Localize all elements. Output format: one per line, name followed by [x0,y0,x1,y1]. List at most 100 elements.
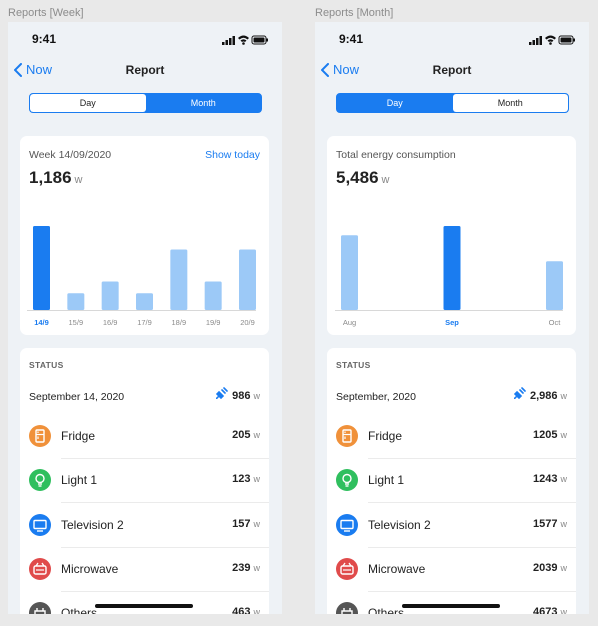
device-row[interactable]: Television 2 1577 w [327,504,576,548]
tv-icon [29,513,51,536]
device-value-number: 4673 [533,606,558,614]
battery-icon [558,35,575,45]
device-value-unit: w [560,474,568,485]
status-heading: STATUS [29,360,64,370]
device-value: 1205 w [533,429,567,441]
device-name: Light 1 [368,473,405,488]
plug-icon [336,602,358,614]
bar-18/9[interactable] [170,249,188,310]
status-total: 2,986 w [513,387,567,402]
device-row[interactable]: Microwave 2039 w [327,548,576,592]
bar-19/9[interactable] [204,281,222,310]
show-today-link[interactable]: Show today [205,149,260,161]
device-value-number: 1205 [533,429,558,441]
tick-label: 15/9 [69,318,84,327]
device-value-unit: w [560,518,568,529]
device-value-unit: w [253,607,261,614]
status-card: STATUS September 14, 2020 986 w Fridge 20… [20,348,269,614]
bar-16/9[interactable] [101,281,119,310]
device-name: Others [368,606,405,614]
total-unit: w [381,174,390,186]
clock: 9:41 [339,32,364,46]
page-title: Report [432,63,472,77]
plug-icon [29,602,51,614]
device-row[interactable]: Light 1 1243 w [327,459,576,504]
phone-week: 9:41 Now Report Day Month Week 14/09/202… [8,22,282,614]
weekly-bar-chart: 14/9 15/9 16/9 17/9 18/9 19/9 20/9 [27,226,256,327]
bar-15/9[interactable] [67,293,85,310]
monthly-bar-chart: Aug Sep Oct [335,226,563,327]
battery-icon [251,35,268,45]
microwave-icon [29,557,51,580]
status-date: September 14, 2020 [29,391,125,403]
device-row[interactable]: Microwave 239 w [20,548,269,592]
device-value-number: 123 [232,473,251,486]
device-name: Microwave [368,561,426,576]
device-value-unit: w [253,474,261,485]
frame-label-week: Reports [Week] [8,7,84,19]
device-value: 1243 w [533,473,567,485]
device-row[interactable]: Light 1 123 w [20,459,269,504]
bar-14/9[interactable] [33,226,50,310]
device-value-number: 157 [232,517,251,530]
status-total-value: 2,986 [529,390,558,402]
tv-icon [336,513,358,536]
device-name: Light 1 [61,473,98,488]
total-value: 1,186 [29,168,72,187]
status-card: STATUS September, 2020 2,986 w Fridge 120… [327,348,576,614]
device-value-number: 1243 [533,473,558,486]
tick-label: Sep [445,318,459,327]
plug-icon [216,387,228,399]
device-value: 157 w [232,518,260,530]
bar-17/9[interactable] [136,293,153,310]
device-value: 1577 w [533,518,567,530]
status-heading: STATUS [336,360,371,370]
tick-label: Oct [549,318,562,327]
segment-day[interactable]: Day [30,94,146,112]
device-value: 4673 w [533,606,567,614]
device-value-number: 239 [232,561,251,574]
tick-label: 14/9 [34,318,49,327]
bar-Aug[interactable] [341,235,358,310]
device-name: Others [61,606,98,614]
tick-label: 19/9 [206,318,221,327]
status-date: September, 2020 [336,391,416,403]
total-consumption: 5,486 w [336,168,390,188]
device-value-unit: w [560,562,568,573]
device-value-unit: w [560,430,568,440]
device-name: Television 2 [368,517,431,532]
nav-bar: Now Report [315,62,589,82]
bar-20/9[interactable] [239,249,256,310]
device-value-unit: w [253,562,261,573]
bulb-icon [29,469,51,492]
status-bar: 9:41 [8,32,282,48]
total-unit: w [74,174,83,186]
device-row[interactable]: Fridge 205 w [20,415,269,459]
bar-Sep[interactable] [443,226,461,310]
device-row[interactable]: Television 2 157 w [20,504,269,548]
segment-day[interactable]: Day [337,94,453,112]
home-indicator[interactable] [402,604,500,608]
tick-label: 20/9 [240,318,255,327]
bar-Oct[interactable] [546,261,563,310]
segment-month[interactable]: Month [452,94,568,112]
signal-icon [222,36,235,45]
tick-label: 17/9 [137,318,152,327]
chart-header: Total energy consumption [336,149,567,161]
segment-month[interactable]: Month [146,94,262,112]
device-row[interactable]: Fridge 1205 w [327,415,576,459]
chart-card: Total energy consumption 5,486 w Aug Sep O… [327,136,576,335]
bulb-icon [336,469,358,492]
signal-icon [529,36,542,45]
chart-period-label: Week 14/09/2020 [29,149,112,161]
device-value-number: 1577 [533,517,558,530]
plug-icon [513,387,526,399]
tick-label: 16/9 [103,318,118,327]
status-total: 986 w [216,387,260,402]
device-value: 463 w [232,606,260,614]
home-indicator[interactable] [95,604,193,608]
status-total-value: 986 [232,390,251,402]
device-value: 123 w [232,473,260,485]
total-value: 5,486 [336,168,379,187]
status-icons [222,35,268,45]
